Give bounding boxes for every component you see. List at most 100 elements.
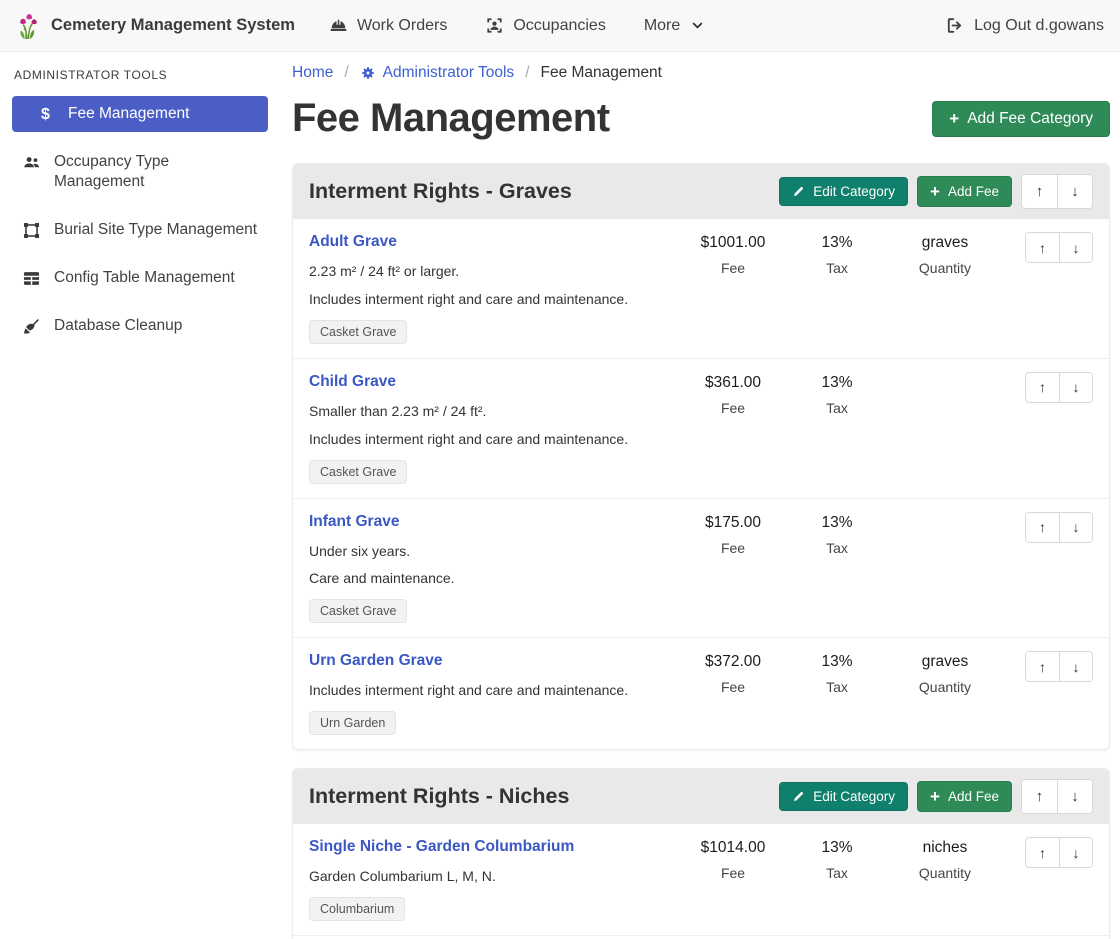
fee-reorder-group: ↑ ↓ [1025, 372, 1093, 403]
arrow-up-icon: ↑ [1036, 788, 1044, 805]
breadcrumb-home-link[interactable]: Home [292, 64, 333, 82]
occupancy-icon [485, 16, 504, 35]
move-category-down-button[interactable]: ↓ [1057, 780, 1092, 813]
category-header: Interment Rights - Niches Edit Category … [293, 769, 1109, 824]
sidebar-item-burial-site-type-management[interactable]: Burial Site Type Management [12, 212, 268, 248]
fee-type-badge: Casket Grave [309, 460, 407, 484]
fee-description: Includes interment right and care and ma… [309, 290, 671, 309]
fee-name-link[interactable]: Single Niche - Garden Columbarium [309, 838, 574, 856]
arrow-up-icon: ↑ [1039, 519, 1046, 535]
gear-icon [360, 65, 376, 81]
move-fee-up-button[interactable]: ↑ [1026, 233, 1059, 262]
hard-hat-icon [329, 16, 348, 35]
category-header: Interment Rights - Graves Edit Category … [293, 164, 1109, 219]
sidebar-item-database-cleanup[interactable]: Database Cleanup [12, 308, 268, 344]
pencil-icon [792, 790, 805, 803]
logout-link[interactable]: Log Out d.gowans [945, 16, 1104, 35]
arrow-up-icon: ↑ [1039, 379, 1046, 395]
move-category-up-button[interactable]: ↑ [1022, 780, 1057, 813]
fee-type-badge: Urn Garden [309, 711, 396, 735]
fee-amount: $175.00 [679, 514, 787, 532]
arrow-up-icon: ↑ [1036, 183, 1044, 200]
page-title: Fee Management [292, 96, 932, 141]
nav-item-work-orders[interactable]: Work Orders [329, 16, 447, 35]
tax-label: Tax [787, 865, 887, 881]
quantity-label: Quantity [887, 679, 1003, 695]
fee-category-card: Interment Rights - Graves Edit Category … [292, 163, 1110, 750]
fee-reorder-group: ↑ ↓ [1025, 512, 1093, 543]
arrow-down-icon: ↓ [1073, 240, 1080, 256]
tax-label: Tax [787, 679, 887, 695]
plus-icon: + [930, 788, 940, 805]
fee-amount: $372.00 [679, 653, 787, 671]
move-fee-up-button[interactable]: ↑ [1026, 513, 1059, 542]
sidebar-heading: ADMINISTRATOR TOOLS [14, 68, 268, 82]
fee-description: Garden Columbarium L, M, N. [309, 867, 671, 886]
fee-row: Single Niche - Garden Columbarium Garden… [293, 824, 1109, 935]
chevron-down-icon [691, 19, 704, 32]
fee-category-card: Interment Rights - Niches Edit Category … [292, 768, 1110, 939]
fee-type-badge: Casket Grave [309, 599, 407, 623]
tax-label: Tax [787, 260, 887, 276]
pencil-icon [792, 185, 805, 198]
plus-icon: + [949, 110, 959, 127]
sidebar-item-occupancy-type-management[interactable]: Occupancy Type Management [12, 144, 268, 200]
breadcrumb-admin-link[interactable]: Administrator Tools [360, 64, 515, 82]
add-fee-button[interactable]: + Add Fee [917, 781, 1012, 812]
fee-reorder-group: ↑ ↓ [1025, 837, 1093, 868]
fee-name-link[interactable]: Child Grave [309, 373, 396, 391]
arrow-down-icon: ↓ [1071, 788, 1079, 805]
people-icon [22, 153, 41, 172]
sidebar-nav: $ Fee Management Occupancy Type Manageme… [12, 96, 268, 344]
fee-type-badge: Columbarium [309, 897, 405, 921]
fee-name-link[interactable]: Adult Grave [309, 233, 397, 251]
fee-label: Fee [679, 865, 787, 881]
nav-item-more[interactable]: More [644, 17, 704, 35]
fee-row: Urn Garden Grave Includes interment righ… [293, 637, 1109, 749]
category-title: Interment Rights - Niches [309, 784, 569, 809]
fee-amount: $361.00 [679, 374, 787, 392]
fee-description: 2.23 m² / 24 ft² or larger. [309, 262, 671, 281]
fee-row: Adult Grave 2.23 m² / 24 ft² or larger. I… [293, 219, 1109, 358]
fee-description: Includes interment right and care and ma… [309, 430, 671, 449]
fee-row: Companion Niche - Garden Columbarium Gar… [293, 935, 1109, 939]
add-fee-category-button[interactable]: + Add Fee Category [932, 101, 1110, 137]
add-fee-button[interactable]: + Add Fee [917, 176, 1012, 207]
move-fee-up-button[interactable]: ↑ [1026, 838, 1059, 867]
sidebar-item-fee-management[interactable]: $ Fee Management [12, 96, 268, 132]
quantity-unit: niches [887, 839, 1003, 857]
tax-value: 13% [787, 653, 887, 671]
move-fee-down-button[interactable]: ↓ [1059, 513, 1092, 542]
fee-name-link[interactable]: Infant Grave [309, 513, 399, 531]
top-navbar: Cemetery Management System Work Orders O… [0, 0, 1120, 52]
tax-label: Tax [787, 400, 887, 416]
tax-value: 13% [787, 514, 887, 532]
main-content: Home / Administrator Tools / Fee Manage [292, 52, 1110, 939]
fee-row: Infant Grave Under six years.Care and ma… [293, 498, 1109, 638]
move-fee-down-button[interactable]: ↓ [1059, 233, 1092, 262]
breadcrumb-current: Fee Management [541, 64, 663, 82]
fee-reorder-group: ↑ ↓ [1025, 232, 1093, 263]
tax-label: Tax [787, 540, 887, 556]
edit-category-button[interactable]: Edit Category [779, 782, 908, 811]
move-fee-up-button[interactable]: ↑ [1026, 652, 1059, 681]
fee-type-badge: Casket Grave [309, 320, 407, 344]
fee-label: Fee [679, 400, 787, 416]
logout-icon [945, 16, 964, 35]
tax-value: 13% [787, 374, 887, 392]
move-fee-down-button[interactable]: ↓ [1059, 373, 1092, 402]
move-fee-down-button[interactable]: ↓ [1059, 838, 1092, 867]
sidebar-item-config-table-management[interactable]: Config Table Management [12, 260, 268, 296]
move-category-up-button[interactable]: ↑ [1022, 175, 1057, 208]
move-fee-down-button[interactable]: ↓ [1059, 652, 1092, 681]
admin-sidebar: ADMINISTRATOR TOOLS $ Fee Management Occ… [0, 52, 280, 939]
arrow-up-icon: ↑ [1039, 845, 1046, 861]
nav-item-occupancies[interactable]: Occupancies [485, 16, 606, 35]
edit-category-button[interactable]: Edit Category [779, 177, 908, 206]
plus-icon: + [930, 183, 940, 200]
arrow-down-icon: ↓ [1073, 659, 1080, 675]
arrow-up-icon: ↑ [1039, 240, 1046, 256]
move-category-down-button[interactable]: ↓ [1057, 175, 1092, 208]
fee-name-link[interactable]: Urn Garden Grave [309, 652, 443, 670]
move-fee-up-button[interactable]: ↑ [1026, 373, 1059, 402]
